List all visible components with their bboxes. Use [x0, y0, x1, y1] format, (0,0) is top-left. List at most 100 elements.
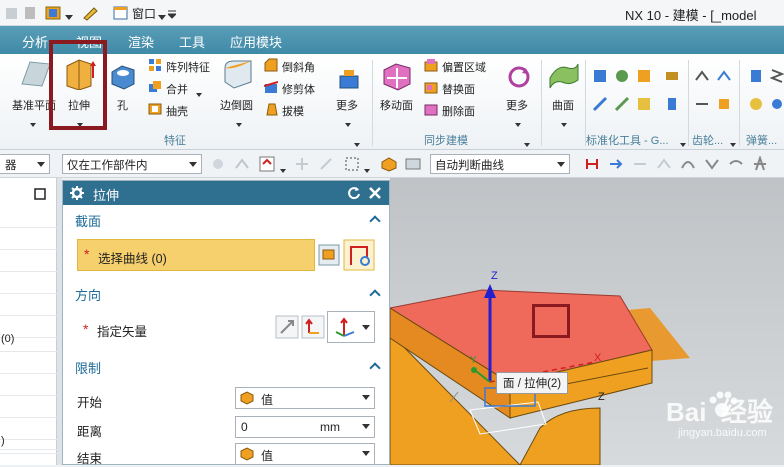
trim-body-icon[interactable] — [263, 80, 279, 94]
gear-tool-icon-1[interactable] — [694, 68, 710, 84]
section-header[interactable]: 截面 — [67, 211, 385, 233]
snap-icon-1[interactable] — [210, 156, 226, 172]
unite-button[interactable]: 合并 — [166, 81, 188, 97]
hole-icon[interactable] — [108, 62, 138, 90]
surface-button[interactable]: 曲面 — [552, 97, 574, 113]
pattern-feature-icon[interactable] — [148, 58, 162, 72]
reset-icon[interactable] — [347, 186, 361, 200]
replace-face-button[interactable]: 替换面 — [442, 81, 475, 97]
distance-input[interactable]: 0 mm — [235, 416, 375, 438]
gear-icon[interactable] — [69, 185, 85, 201]
select-box-icon[interactable] — [258, 155, 276, 173]
start-type-select[interactable]: 值 — [235, 387, 375, 409]
more-features-icon[interactable] — [336, 66, 362, 90]
tab-application[interactable]: 应用模块 — [230, 32, 282, 51]
body-filter-icon[interactable] — [380, 156, 398, 172]
curve-rule-icon-6[interactable] — [704, 156, 720, 172]
list-item[interactable] — [0, 250, 57, 272]
overflow-menu-icon[interactable] — [166, 8, 178, 19]
list-item[interactable] — [0, 294, 57, 316]
move-face-button[interactable]: 移动面 — [380, 97, 413, 113]
delete-face-button[interactable]: 删除面 — [442, 103, 475, 119]
list-item[interactable]: ) — [0, 432, 57, 454]
copy-icon[interactable] — [22, 5, 38, 21]
chevron-down-icon[interactable] — [236, 116, 242, 127]
chevron-down-icon[interactable] — [561, 116, 567, 127]
tab-tools[interactable]: 工具 — [179, 32, 205, 51]
vector-dialog-icon[interactable] — [301, 315, 325, 339]
list-item[interactable] — [0, 206, 57, 228]
chamfer-icon[interactable] — [264, 58, 278, 72]
offset-region-button[interactable]: 偏置区域 — [442, 59, 486, 75]
list-item[interactable] — [0, 228, 57, 250]
curve-rule-icon-8[interactable] — [752, 154, 768, 172]
shell-icon[interactable] — [148, 102, 162, 116]
spring-tool-icon-3[interactable] — [748, 96, 764, 112]
sketch-section-icon[interactable] — [317, 243, 341, 267]
more-sync-icon[interactable] — [506, 64, 532, 90]
window-icon[interactable] — [112, 4, 130, 22]
std-tool-icon-4[interactable] — [592, 96, 608, 112]
chevron-down-icon[interactable] — [196, 86, 202, 97]
trim-body-button[interactable]: 修剪体 — [282, 81, 315, 97]
chevron-down-icon[interactable] — [280, 162, 286, 173]
spring-tool-icon-1[interactable] — [748, 68, 764, 84]
gear-tool-icon-2[interactable] — [716, 68, 732, 84]
chevron-down-icon[interactable] — [730, 136, 736, 147]
spring-tool-icon-4[interactable] — [770, 96, 784, 112]
gear-tool-icon-4[interactable] — [716, 96, 732, 112]
edge-blend-icon[interactable] — [222, 58, 254, 90]
list-item[interactable]: (0) — [0, 330, 57, 352]
curve-rule-icon-5[interactable] — [680, 156, 696, 172]
chevron-down-icon[interactable] — [65, 10, 73, 20]
spring-tool-icon-2[interactable] — [769, 68, 784, 84]
hole-button[interactable]: 孔 — [117, 97, 128, 113]
curve-rule-icon-7[interactable] — [728, 156, 744, 172]
more-button-2[interactable]: 更多 — [506, 97, 528, 113]
std-tool-icon-6[interactable] — [636, 96, 652, 112]
end-type-select[interactable]: 值 — [235, 443, 375, 465]
unite-icon[interactable] — [148, 80, 162, 94]
delete-face-icon[interactable] — [424, 102, 438, 116]
more-button-1[interactable]: 更多 — [336, 97, 358, 113]
list-item[interactable] — [0, 352, 57, 374]
curve-rule-icon-3[interactable] — [632, 156, 648, 172]
std-tool-icon-3[interactable] — [636, 68, 652, 84]
curve-rule-icon-1[interactable] — [584, 156, 600, 172]
draft-icon[interactable] — [264, 102, 278, 116]
curve-rule-select[interactable]: 自动判断曲线 — [430, 154, 570, 174]
vector-type-select[interactable] — [327, 311, 375, 343]
chamfer-button[interactable]: 倒斜角 — [282, 59, 315, 75]
pen-icon[interactable] — [82, 4, 100, 22]
gear-tool-icon-3[interactable] — [694, 96, 710, 112]
reverse-direction-icon[interactable] — [275, 315, 299, 339]
select-curve-row[interactable]: * 选择曲线 (0) — [77, 239, 315, 271]
window-layout-icon[interactable] — [44, 4, 62, 22]
snap-icon-4[interactable] — [318, 156, 334, 172]
chevron-down-icon[interactable] — [680, 136, 686, 147]
maximize-icon[interactable] — [34, 188, 46, 200]
datum-plane-icon[interactable] — [18, 58, 52, 90]
chevron-down-icon[interactable] — [364, 162, 370, 173]
section-header[interactable]: 方向 — [67, 285, 385, 307]
undo-icon[interactable] — [4, 5, 20, 21]
surface-icon[interactable] — [548, 60, 580, 90]
std-tool-icon-8[interactable] — [664, 96, 680, 112]
chevron-down-icon[interactable] — [515, 116, 521, 127]
graphics-viewport[interactable]: Z X Y Z 面 / 拉伸(2) Bai 经验 jingyan.baidu.c… — [390, 178, 784, 465]
snap-icon-3[interactable] — [294, 156, 310, 172]
list-item[interactable] — [0, 272, 57, 294]
tab-render[interactable]: 渲染 — [128, 32, 154, 51]
list-item[interactable] — [0, 396, 57, 418]
curve-icon[interactable] — [343, 239, 375, 271]
std-tool-icon-7[interactable] — [664, 68, 680, 84]
std-tool-icon-1[interactable] — [592, 68, 608, 84]
section-header[interactable]: 限制 — [67, 358, 385, 380]
draft-button[interactable]: 拔模 — [282, 103, 304, 119]
window-menu[interactable]: 窗口 — [132, 5, 156, 22]
face-filter-icon[interactable] — [404, 156, 422, 172]
chevron-down-icon[interactable] — [354, 136, 360, 147]
chevron-down-icon[interactable] — [345, 116, 351, 127]
pattern-feature-button[interactable]: 阵列特征 — [166, 59, 210, 75]
type-filter-select[interactable]: 器 — [0, 154, 50, 174]
